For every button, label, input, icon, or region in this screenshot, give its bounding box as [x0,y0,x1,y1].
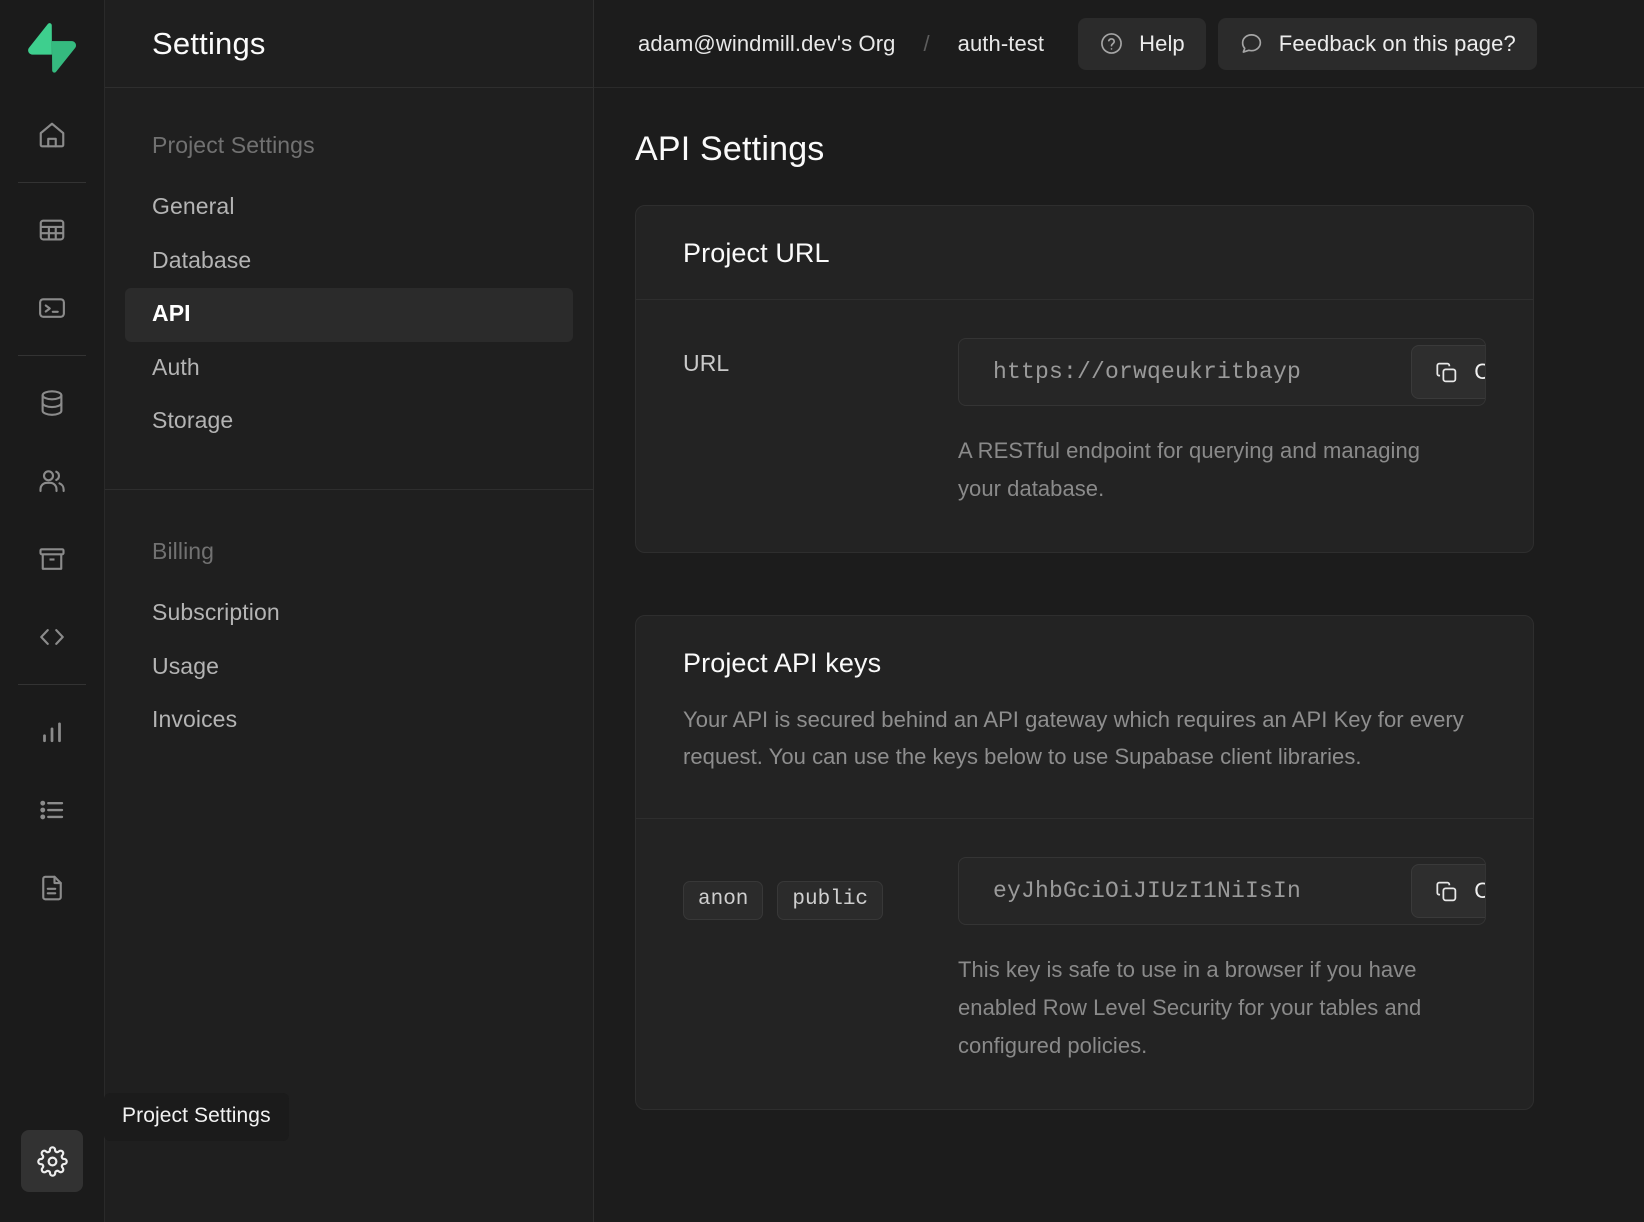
topbar-actions: Help Feedback on this page? [1078,18,1537,70]
anon-key-help-text: This key is safe to use in a browser if … [958,951,1458,1064]
breadcrumb: adam@windmill.dev's Org / auth-test [638,31,1044,57]
project-settings-tooltip: Project Settings [104,1093,289,1141]
copy-anon-key-button-label: Copy [1474,878,1486,904]
sidebar-item-general[interactable]: General [125,181,573,235]
table-editor-icon[interactable] [21,199,83,261]
database-icon[interactable] [21,372,83,434]
authentication-icon[interactable] [21,450,83,512]
badge-public: public [777,881,883,920]
feedback-button-label: Feedback on this page? [1279,31,1516,57]
copy-anon-key-button[interactable]: Copy [1411,864,1486,918]
project-api-keys-card: Project API keys Your API is secured beh… [635,615,1534,1110]
app-root: Project Settings Settings Project Settin… [0,0,1644,1222]
api-keys-card-header: Project API keys Your API is secured beh… [636,616,1533,785]
breadcrumb-org[interactable]: adam@windmill.dev's Org [638,31,895,57]
api-docs-icon[interactable] [21,857,83,919]
project-url-card-body: URL https://orwqeukritbayp Copy [636,300,1533,552]
supabase-logo[interactable] [26,22,78,74]
top-bar: adam@windmill.dev's Org / auth-test Help… [594,0,1644,88]
sidebar-item-usage[interactable]: Usage [125,641,573,695]
nav-panel-header: Settings [105,0,593,88]
nav-group-label: Project Settings [125,132,573,181]
help-button-label: Help [1139,31,1185,57]
breadcrumb-separator: / [895,31,957,57]
page-heading: Settings [152,26,266,62]
storage-icon[interactable] [21,528,83,590]
project-url-help-text: A RESTful endpoint for querying and mana… [958,432,1458,508]
badge-anon: anon [683,881,763,920]
content-scroll: API Settings Project URL URL https://orw… [594,88,1644,1222]
icon-rail: Project Settings [0,0,105,1222]
nav-group-label: Billing [125,538,573,587]
sidebar-item-storage[interactable]: Storage [125,395,573,449]
edge-functions-icon[interactable] [21,606,83,668]
home-icon[interactable] [21,104,83,166]
url-field-label: URL [683,350,958,377]
project-url-card: Project URL URL https://orwqeukritbayp [635,205,1534,553]
anon-key-value: eyJhbGciOiJIUzI1NiIsIn [959,878,1301,904]
url-field-column: https://orwqeukritbayp Copy A RESTful en… [958,338,1486,508]
copy-url-button[interactable]: Copy [1411,345,1486,399]
help-button[interactable]: Help [1078,18,1206,70]
logs-icon[interactable] [21,779,83,841]
copy-icon [1434,360,1459,385]
rail-divider [18,355,86,356]
url-label-column: URL [683,338,958,508]
sidebar-item-subscription[interactable]: Subscription [125,587,573,641]
nav-group-project-settings: Project Settings General Database API Au… [105,88,593,489]
project-url-value: https://orwqeukritbayp [959,359,1301,385]
rail-divider [18,182,86,183]
comment-bubble-icon [1239,31,1264,56]
api-key-row: anon public eyJhbGciOiJIUzI1NiIsIn Copy [636,818,1533,1108]
reports-icon[interactable] [21,701,83,763]
project-url-input[interactable]: https://orwqeukritbayp Copy [958,338,1486,406]
rail-items-top [0,96,104,927]
api-keys-card-description: Your API is secured behind an API gatewa… [683,701,1473,777]
page-title: API Settings [635,130,1534,169]
sql-editor-icon[interactable] [21,277,83,339]
main-area: adam@windmill.dev's Org / auth-test Help… [594,0,1644,1222]
breadcrumb-project[interactable]: auth-test [958,31,1045,57]
nav-group-billing: Billing Subscription Usage Invoices [105,489,593,788]
sidebar-item-invoices[interactable]: Invoices [125,694,573,748]
sidebar-item-auth[interactable]: Auth [125,342,573,396]
settings-nav-panel: Settings Project Settings General Databa… [105,0,594,1222]
rail-items-bottom [21,1122,83,1222]
feedback-button[interactable]: Feedback on this page? [1218,18,1537,70]
copy-icon [1434,879,1459,904]
api-key-field-column: eyJhbGciOiJIUzI1NiIsIn Copy This key is … [958,857,1486,1064]
question-circle-icon [1099,31,1124,56]
project-url-card-header: Project URL [636,206,1533,300]
project-url-card-title: Project URL [683,238,1486,269]
api-keys-card-title: Project API keys [683,648,1486,679]
sidebar-item-api[interactable]: API [125,288,573,342]
rail-divider [18,684,86,685]
settings-gear-icon[interactable] [21,1130,83,1192]
api-key-badges-column: anon public [683,857,958,1064]
api-key-badges: anon public [683,869,958,920]
anon-key-input[interactable]: eyJhbGciOiJIUzI1NiIsIn Copy [958,857,1486,925]
sidebar-item-database[interactable]: Database [125,235,573,289]
copy-url-button-label: Copy [1474,359,1486,385]
